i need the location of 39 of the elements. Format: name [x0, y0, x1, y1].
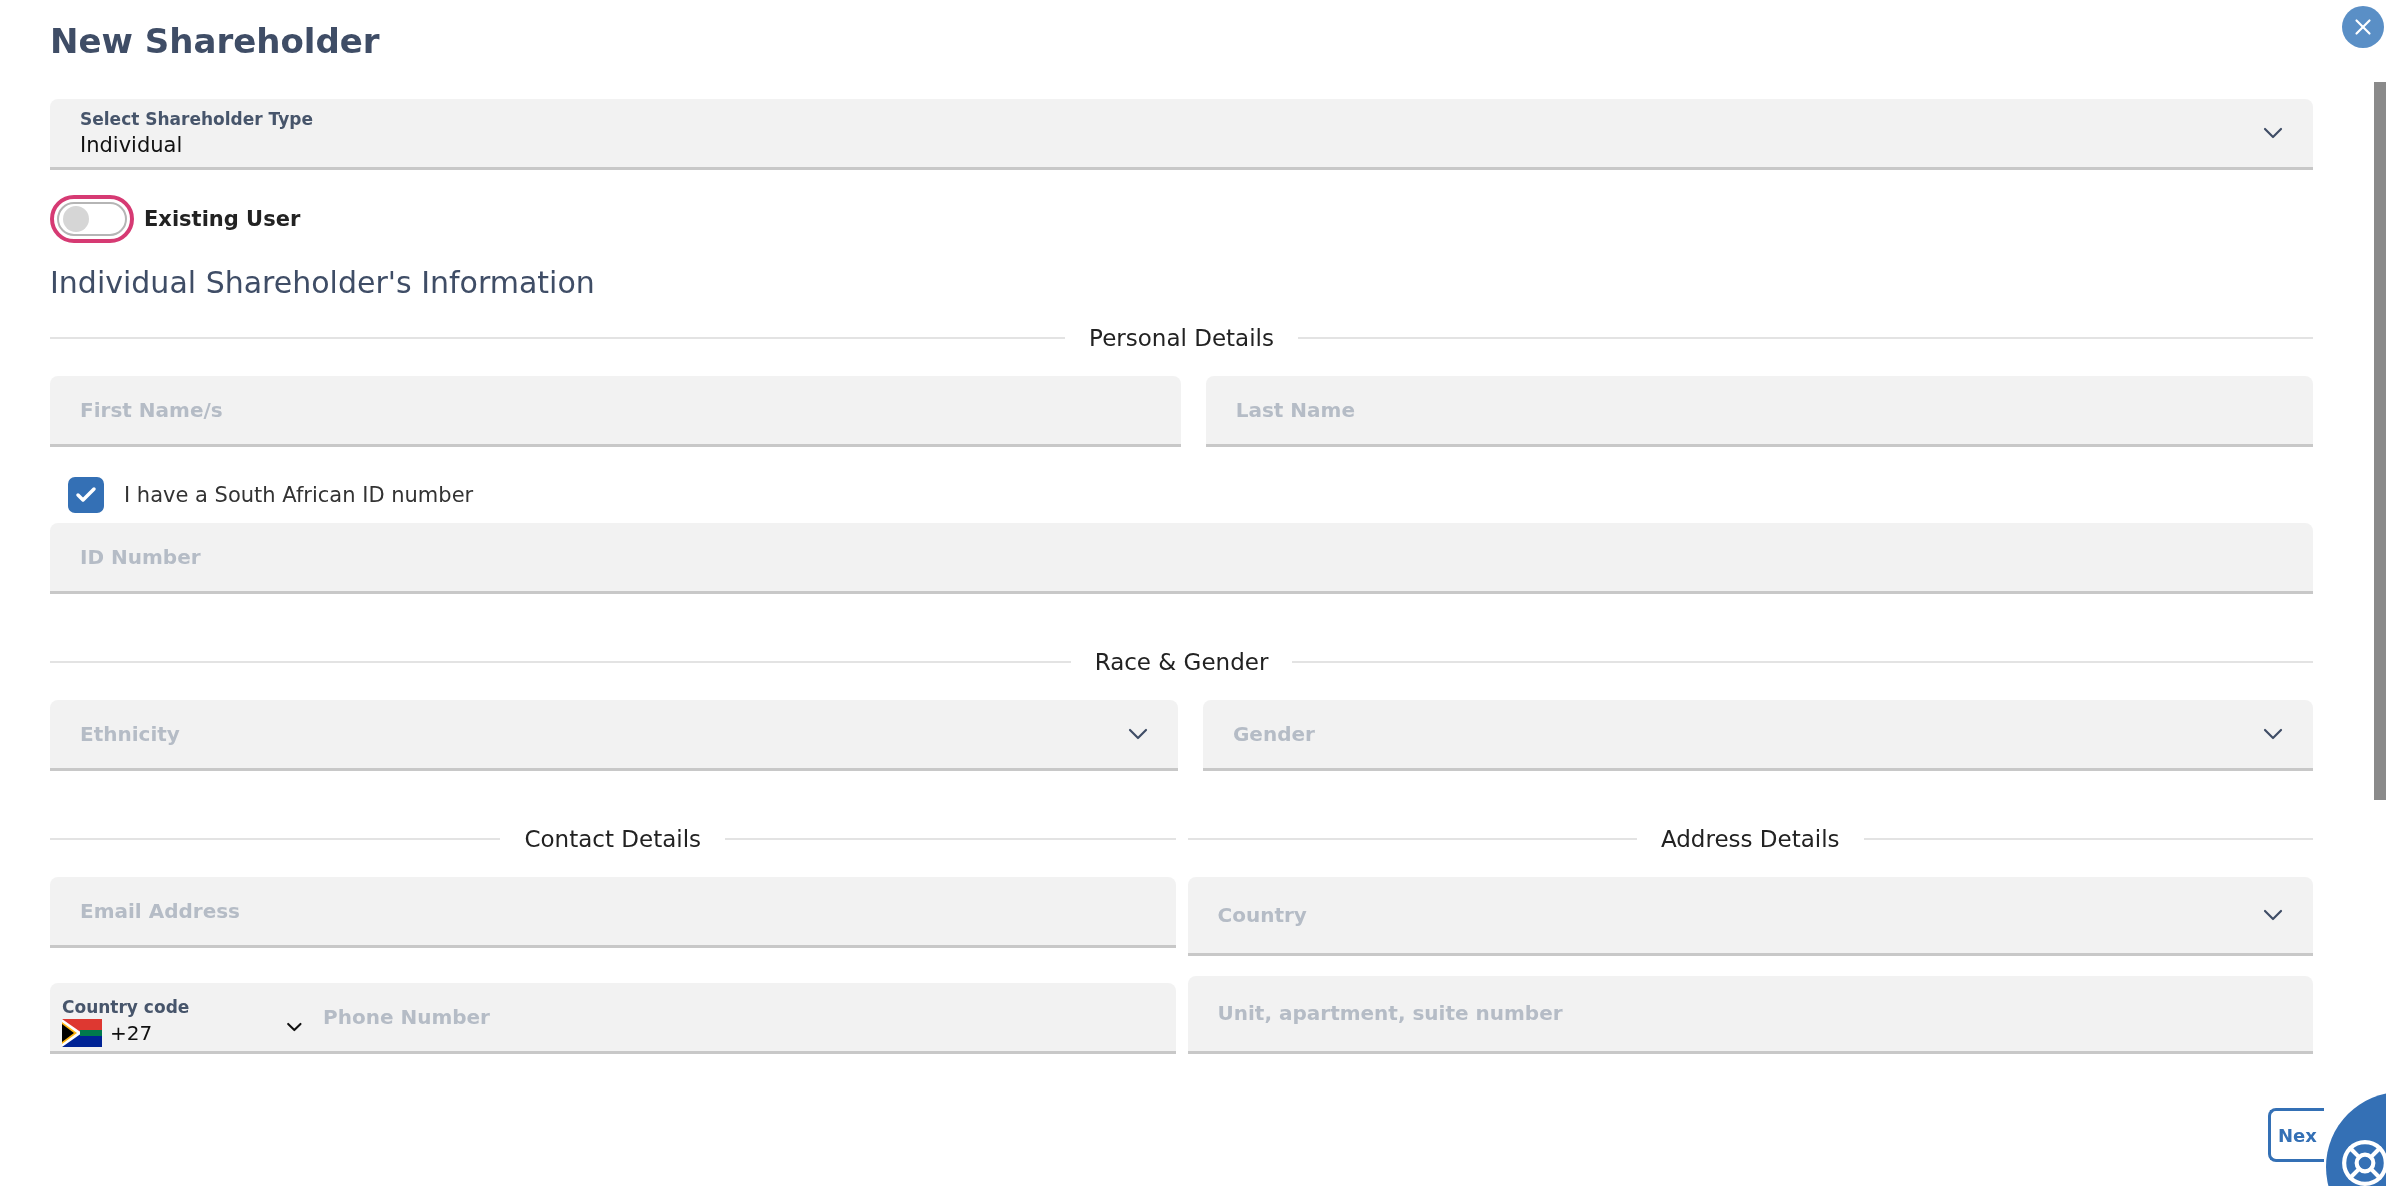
placeholder: Country — [1217, 902, 1307, 927]
placeholder: Email Address — [80, 899, 241, 923]
select-field[interactable]: Select Shareholder Type Individual — [50, 99, 2313, 170]
dialog-title: New Shareholder — [50, 21, 380, 61]
checkbox-label: I have a South African ID number — [124, 483, 474, 507]
phone-field[interactable]: Country code +27 Phone Number — [50, 983, 1176, 1054]
field-label: Select Shareholder Type — [80, 109, 313, 129]
next-button[interactable]: Nex — [2268, 1108, 2324, 1162]
select-field[interactable]: Gender — [1202, 700, 2313, 771]
section-heading: Address Details — [1660, 826, 1840, 852]
scrollbar[interactable] — [2374, 82, 2386, 800]
section-heading: Race & Gender — [1094, 649, 1269, 675]
toggle-switch[interactable] — [50, 195, 134, 243]
placeholder: Ethnicity — [80, 722, 180, 746]
section-heading: Contact Details — [524, 826, 702, 852]
input-field[interactable]: First Name/s — [50, 376, 1181, 447]
toggle-label: Existing User — [144, 207, 301, 231]
field-label: Country code — [62, 997, 191, 1017]
section-heading: Personal Details — [1089, 325, 1274, 351]
checkbox[interactable] — [68, 477, 104, 513]
section-title: Individual Shareholder's Information — [50, 265, 596, 300]
input-field[interactable]: Unit, apartment, suite number — [1187, 975, 2313, 1054]
placeholder: Phone Number — [323, 1005, 490, 1029]
input-field[interactable]: Last Name — [1205, 376, 2313, 447]
close-button[interactable] — [2342, 6, 2384, 48]
flag-icon — [62, 1019, 102, 1047]
select-field[interactable]: Ethnicity — [50, 700, 1178, 771]
placeholder: Unit, apartment, suite number — [1217, 1001, 1563, 1026]
input-field[interactable]: ID Number — [50, 523, 2313, 594]
lifebuoy-icon — [2340, 1138, 2386, 1186]
select-field[interactable]: Country — [1187, 877, 2313, 956]
placeholder: Gender — [1232, 722, 1315, 746]
input-field[interactable]: Email Address — [50, 877, 1176, 948]
field-value: Individual — [80, 133, 184, 157]
placeholder: First Name/s — [80, 398, 223, 422]
placeholder: Last Name — [1235, 398, 1355, 422]
placeholder: ID Number — [80, 545, 201, 569]
field-value: +27 — [110, 1021, 153, 1045]
country-code-select[interactable]: Country code +27 — [62, 987, 307, 1047]
